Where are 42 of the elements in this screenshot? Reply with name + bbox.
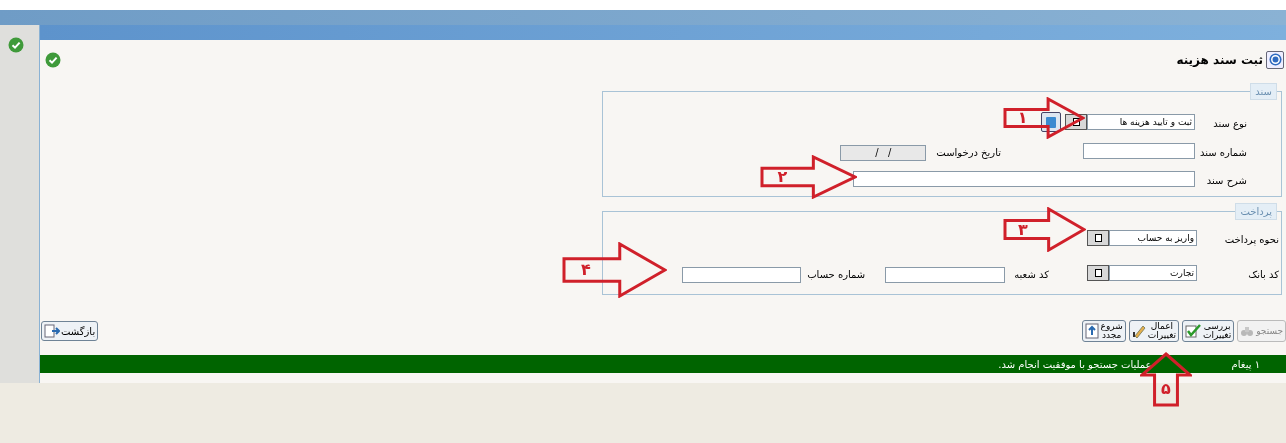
combo-field[interactable]: تجارت [1109,265,1197,281]
help-button[interactable] [1266,50,1284,69]
checkmark-icon [1185,323,1201,339]
square-icon [1072,118,1080,126]
annotation-number: ۲ [777,169,788,185]
section-legend: پرداخت [1235,203,1277,220]
field-label: نوع سند [1213,118,1247,129]
text-field[interactable] [682,266,802,283]
status-message: عملیات جستجو با موفقیت انجام شد. [998,357,1152,372]
text-field[interactable] [853,171,1195,187]
field-label: شماره حساب [807,269,866,280]
toolbar-button[interactable]: اعمال تغییرات [1128,320,1179,342]
annotation-number: ۴ [580,262,591,278]
square-icon [1094,269,1102,277]
field-label: کد بانک [1248,269,1279,280]
toolbar-button[interactable]: شروع مجدد [1081,320,1126,342]
toolbar-button[interactable]: بررسی تغییرات [1182,320,1235,342]
text-field[interactable] [885,266,1006,283]
page-title: ثبت سند هزینه [1176,51,1263,69]
field-label: کد شعبه [1014,269,1049,280]
back-button[interactable]: بازگشت [41,321,99,341]
document-arrow-icon [1084,323,1099,339]
dropdown-button[interactable] [1087,230,1109,246]
pencil-icon [1131,323,1146,339]
text-field[interactable] [1083,143,1195,159]
field-label: شماره سند [1199,147,1247,158]
message-count: ۱ پیغام [1231,357,1260,372]
annotation-number: ۳ [1017,221,1028,238]
binoculars-icon [1240,324,1255,338]
combo-field[interactable]: ثبت و تایید هزینه ها [1087,114,1195,130]
annotation-number: ۱ [1017,110,1028,126]
dropdown-button[interactable] [1087,265,1109,281]
section-legend: سند [1250,83,1277,100]
check-icon [45,51,61,68]
annotation-number: ۵ [1161,380,1171,397]
check-icon [8,37,24,53]
field-label: تاریخ درخواست [936,147,1001,158]
field-label: نحوه پرداخت [1224,234,1279,245]
square-icon [1094,234,1102,242]
field-label: شرح سند [1206,175,1247,186]
document-arrow-icon [44,324,60,338]
combo-field[interactable]: واریز به حساب [1109,230,1197,246]
